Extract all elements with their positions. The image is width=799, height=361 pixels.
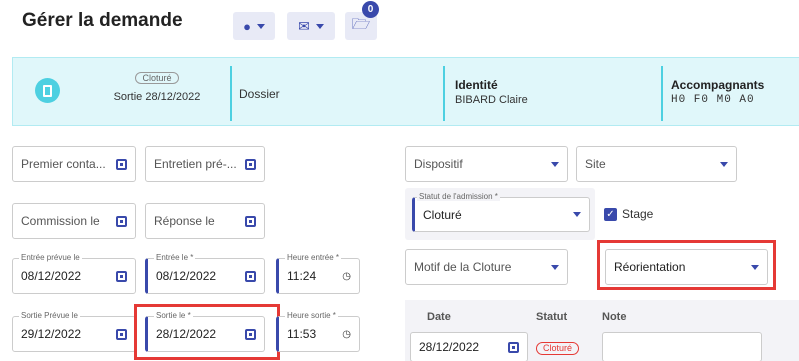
chevron-down-icon bbox=[256, 23, 265, 29]
companions-label: Accompagnants bbox=[671, 78, 765, 92]
note-input[interactable] bbox=[602, 332, 762, 361]
col-date: Date bbox=[427, 311, 451, 323]
heure-entree-field[interactable]: Heure entrée * 11:24 ◷ bbox=[276, 253, 360, 294]
calendar-icon[interactable] bbox=[245, 215, 256, 227]
statut-select[interactable]: Statut de l'admission * Cloturé bbox=[412, 192, 590, 232]
divider bbox=[661, 66, 663, 121]
calendar-icon[interactable] bbox=[245, 158, 256, 170]
identity-value: BIBARD Claire bbox=[455, 94, 528, 106]
site-select[interactable]: Site bbox=[576, 146, 737, 182]
page-title: Gérer la demande bbox=[22, 10, 183, 31]
chevron-down-icon bbox=[751, 264, 759, 270]
commission-field[interactable]: Commission le bbox=[12, 203, 136, 239]
heure-sortie-field[interactable]: Heure sortie * 11:53 ◷ bbox=[276, 311, 360, 352]
motif-value-select[interactable]: Réorientation bbox=[605, 249, 768, 285]
calendar-icon[interactable] bbox=[508, 341, 519, 353]
clock-icon[interactable]: ◷ bbox=[342, 329, 351, 340]
notification-badge: 0 bbox=[362, 1, 379, 18]
mail-icon: ✉ bbox=[298, 17, 310, 34]
calendar-icon[interactable] bbox=[245, 270, 256, 282]
status-badge: Cloturé bbox=[536, 342, 580, 355]
chevron-down-icon bbox=[573, 212, 581, 217]
dossier-label: Dossier bbox=[239, 87, 280, 101]
clipboard-icon bbox=[35, 78, 60, 103]
calendar-icon[interactable] bbox=[116, 328, 127, 340]
entretien-field[interactable]: Entretien pré-... bbox=[145, 146, 265, 182]
entree-field[interactable]: Entrée le * 08/12/2022 bbox=[145, 253, 265, 294]
chevron-down-icon bbox=[720, 161, 728, 167]
status-chip: Cloturé bbox=[135, 72, 179, 84]
dispositif-select[interactable]: Dispositif bbox=[405, 146, 568, 182]
premier-contact-field[interactable]: Premier conta... bbox=[12, 146, 136, 182]
sortie-field[interactable]: Sortie le * 28/12/2022 bbox=[145, 311, 265, 352]
mail-menu-button[interactable]: ✉ bbox=[287, 12, 335, 40]
user-menu-button[interactable]: ● bbox=[233, 12, 275, 40]
sortie-prevue-field[interactable]: Sortie Prévue le 29/12/2022 bbox=[12, 311, 136, 352]
stage-checkbox[interactable]: ✓ bbox=[604, 208, 617, 221]
clock-icon[interactable]: ◷ bbox=[342, 271, 351, 282]
calendar-icon[interactable] bbox=[116, 158, 127, 170]
chevron-down-icon bbox=[551, 264, 559, 270]
user-icon: ● bbox=[243, 18, 251, 34]
calendar-icon[interactable] bbox=[116, 215, 127, 227]
col-note: Note bbox=[602, 311, 627, 323]
col-statut: Statut bbox=[536, 311, 568, 323]
exit-date-text: Sortie 28/12/2022 bbox=[113, 91, 201, 103]
history-table: Date Statut Note 28/12/2022 Cloturé bbox=[405, 300, 799, 361]
stage-label: Stage bbox=[622, 207, 654, 221]
table-row-date[interactable]: 28/12/2022 bbox=[410, 332, 528, 361]
chevron-down-icon bbox=[315, 23, 324, 29]
calendar-icon[interactable] bbox=[245, 328, 256, 340]
reponse-field[interactable]: Réponse le bbox=[145, 203, 265, 239]
summary-panel: Cloturé Sortie 28/12/2022 Dossier Identi… bbox=[12, 57, 799, 126]
companions-value: H0 F0 M0 A0 bbox=[671, 94, 755, 106]
chevron-down-icon bbox=[551, 161, 559, 167]
entree-prevue-field[interactable]: Entrée prévue le 08/12/2022 bbox=[12, 253, 136, 294]
divider bbox=[230, 66, 232, 121]
motif-select[interactable]: Motif de la Cloture bbox=[405, 249, 568, 285]
identity-label: Identité bbox=[455, 78, 498, 92]
calendar-icon[interactable] bbox=[116, 270, 127, 282]
divider bbox=[443, 66, 445, 121]
